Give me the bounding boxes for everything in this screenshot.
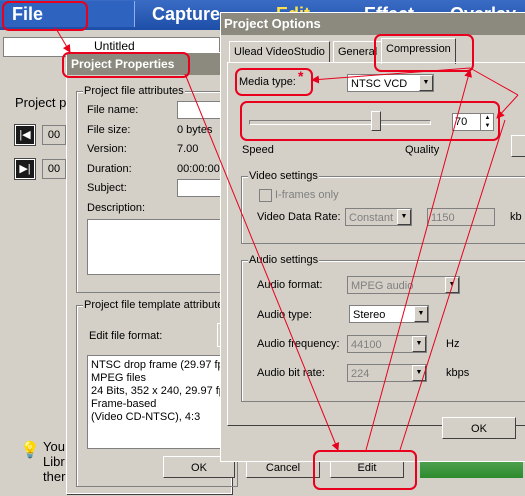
arrow-line-2 [399,119,506,451]
arrow-to-media-type [311,67,471,84]
arrow-line [469,67,519,96]
arrow-to-slider [496,94,519,119]
arrow-to-properties [54,26,71,53]
annotation-arrows [54,26,519,451]
arrow-to-edit [184,73,340,451]
